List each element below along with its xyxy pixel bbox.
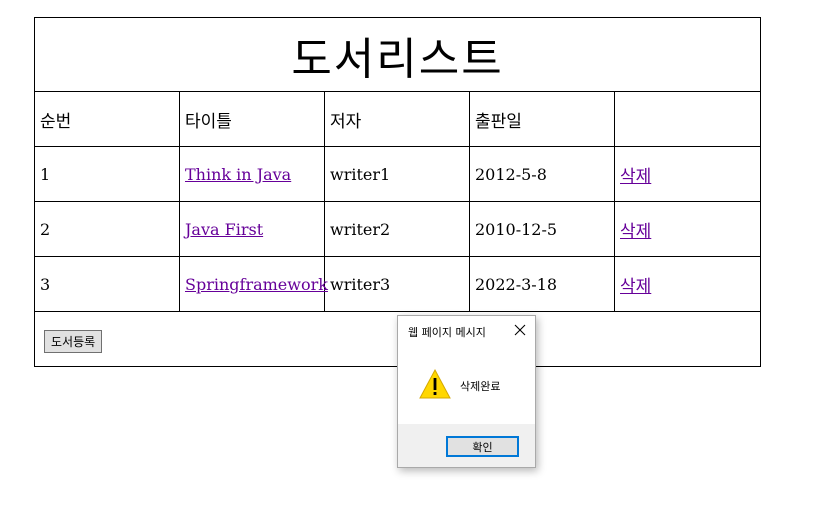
row-action-cell: 삭제 [613, 256, 762, 312]
row-author: writer1 [324, 146, 470, 202]
row-no: 1 [34, 146, 180, 202]
row-title-cell: Springframework [179, 256, 328, 312]
header-date: 출판일 [469, 91, 615, 147]
page-title: 도서리스트 [33, 17, 762, 92]
book-title-link[interactable]: Java First [185, 220, 263, 239]
message-dialog: 웹 페이지 메시지 삭제완료 확인 [397, 315, 536, 468]
row-title-cell: Think in Java [179, 146, 325, 202]
row-title-cell: Java First [179, 201, 325, 257]
book-title-link[interactable]: Think in Java [185, 165, 291, 184]
dialog-title: 웹 페이지 메시지 [408, 326, 486, 339]
close-icon[interactable] [513, 322, 527, 336]
delete-link[interactable]: 삭제 [620, 277, 651, 297]
ok-button[interactable]: 확인 [446, 436, 519, 457]
dialog-message: 삭제완료 [460, 380, 501, 393]
row-no: 3 [34, 256, 180, 312]
row-action-cell: 삭제 [613, 146, 762, 202]
header-no: 순번 [34, 91, 180, 147]
book-title-link[interactable]: Springframework [185, 275, 328, 294]
row-no: 2 [34, 201, 180, 257]
row-author: writer3 [324, 256, 470, 312]
table-row: 1 Think in Java writer1 2012-5-8 삭제 [34, 146, 762, 202]
table-row: 3 Springframework writer3 2022-3-18 삭제 [34, 256, 762, 312]
header-row: 순번 타이틀 저자 출판일 [34, 91, 762, 147]
row-date: 2012-5-8 [469, 146, 615, 202]
header-action [613, 91, 762, 147]
register-book-button[interactable]: 도서등록 [44, 329, 103, 353]
header-author: 저자 [324, 91, 470, 147]
delete-link[interactable]: 삭제 [620, 167, 651, 187]
row-action-cell: 삭제 [613, 201, 762, 257]
header-title: 타이틀 [179, 91, 325, 147]
row-author: writer2 [324, 201, 470, 257]
title-row: 도서리스트 [33, 17, 762, 92]
warning-icon [418, 368, 452, 400]
row-date: 2010-12-5 [469, 201, 615, 257]
delete-link[interactable]: 삭제 [620, 222, 651, 242]
dialog-footer: 확인 [398, 424, 535, 467]
table-row: 2 Java First writer2 2010-12-5 삭제 [34, 201, 762, 257]
row-date: 2022-3-18 [469, 256, 615, 312]
